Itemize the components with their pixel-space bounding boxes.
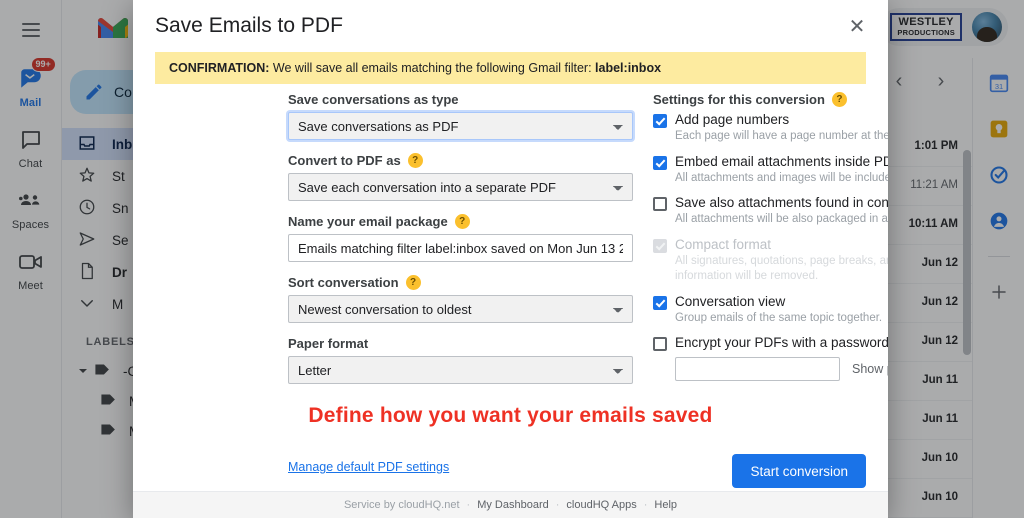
package-name-help-icon[interactable]: ? xyxy=(454,214,470,229)
type-label-text: Save conversations as type xyxy=(288,92,459,107)
annotation-text: Define how you want your emails saved xyxy=(308,404,713,427)
convert-help-icon[interactable]: ? xyxy=(407,153,423,168)
type-label: Save conversations as type xyxy=(288,92,633,107)
footer-separator-2: · xyxy=(555,499,560,511)
option-description: Group emails of the same topic together. xyxy=(675,311,883,324)
encrypt-option[interactable]: Encrypt your PDFs with a password: xyxy=(653,335,888,352)
settings-label: Settings for this conversion ? xyxy=(653,92,888,107)
option-checkbox[interactable] xyxy=(653,155,667,170)
sort-label-text: Sort conversation xyxy=(288,275,399,290)
option-checkbox[interactable] xyxy=(653,114,667,128)
confirmation-prefix: CONFIRMATION: xyxy=(169,61,270,75)
footer-apps-link[interactable]: cloudHQ Apps xyxy=(566,499,636,511)
footer-help-link[interactable]: Help xyxy=(654,499,677,511)
close-icon[interactable]: ✕ xyxy=(846,16,868,38)
option-2[interactable]: Save also attachments found in conversat… xyxy=(653,195,888,212)
save-emails-to-pdf-dialog: Save Emails to PDF ✕ CONFIRMATION: We wi… xyxy=(133,0,888,518)
paper-format-label: Paper format xyxy=(288,336,633,351)
footer-separator-1: · xyxy=(466,499,471,511)
sort-help-icon[interactable]: ? xyxy=(405,275,421,290)
confirmation-text: We will save all emails matching the fol… xyxy=(269,61,596,75)
option-description: All signatures, quotations, page breaks,… xyxy=(675,254,888,283)
package-name-input[interactable] xyxy=(288,234,633,262)
option-checkbox[interactable] xyxy=(653,295,667,310)
option-description: All attachments and images will be inclu… xyxy=(675,171,888,184)
option-label: Save also attachments found in conversat… xyxy=(675,195,888,211)
password-input[interactable] xyxy=(675,357,840,382)
convert-label: Convert to PDF as ? xyxy=(288,153,633,168)
save-type-select[interactable]: Save conversations as PDF xyxy=(288,112,633,140)
option-label: Compact format xyxy=(675,236,772,252)
option-description: Each page will have a page number at the… xyxy=(675,130,888,142)
footer-dashboard-link[interactable]: My Dashboard xyxy=(477,499,549,511)
start-conversion-button[interactable]: Start conversion xyxy=(732,454,866,488)
dialog-title: Save Emails to PDF xyxy=(155,14,343,37)
settings-options: Add page numbers Each page will have a pa… xyxy=(653,112,888,326)
paper-format-select[interactable]: Letter xyxy=(288,356,633,384)
dialog-footer: Service by cloudHQ.net · My Dashboard · … xyxy=(133,491,888,518)
package-name-label-text: Name your email package xyxy=(288,214,448,229)
dialog-header: Save Emails to PDF ✕ xyxy=(133,0,888,46)
paper-format-label-text: Paper format xyxy=(288,336,369,351)
option-4[interactable]: Conversation view xyxy=(653,294,888,310)
settings-label-text: Settings for this conversion xyxy=(653,92,825,107)
encrypt-checkbox[interactable] xyxy=(653,337,667,352)
show-password-label[interactable]: Show password xyxy=(852,362,888,376)
screen: 99+MailChatSpacesMeet G xyxy=(0,0,1024,518)
option-label: Add page numbers xyxy=(675,112,790,127)
settings-help-icon[interactable]: ? xyxy=(831,92,847,107)
confirmation-filter: label:inbox xyxy=(595,61,662,75)
sort-label: Sort conversation ? xyxy=(288,275,633,290)
manage-default-settings-link[interactable]: Manage default PDF settings xyxy=(288,460,449,474)
option-description: All attachments will be also packaged in… xyxy=(675,213,888,226)
settings-panel: Settings for this conversion ? Add page … xyxy=(653,92,888,382)
option-0[interactable]: Add page numbers xyxy=(653,112,888,128)
footer-service: Service by cloudHQ.net xyxy=(343,499,460,511)
option-3: Compact format xyxy=(653,237,888,253)
convert-to-pdf-select[interactable]: Save each conversation into a separate P… xyxy=(288,173,633,201)
encrypt-label: Encrypt your PDFs with a password: xyxy=(675,335,888,351)
footer-separator-3: · xyxy=(643,499,648,511)
option-label: Embed email attachments inside PDF file xyxy=(675,153,888,169)
dialog-body: Save conversations as type Save conversa… xyxy=(133,92,888,492)
option-label: Conversation view xyxy=(675,293,786,309)
conversion-form: Save conversations as type Save conversa… xyxy=(288,92,633,384)
sort-conversation-select[interactable]: Newest conversation to oldest xyxy=(288,295,633,323)
package-name-label: Name your email package ? xyxy=(288,214,633,229)
option-1[interactable]: Embed email attachments inside PDF file xyxy=(653,154,888,170)
convert-label-text: Convert to PDF as xyxy=(288,153,401,168)
option-checkbox[interactable] xyxy=(653,197,667,212)
confirmation-banner: CONFIRMATION: We will save all emails ma… xyxy=(155,52,866,84)
password-row: Show password xyxy=(675,357,888,382)
option-checkbox xyxy=(653,238,667,253)
